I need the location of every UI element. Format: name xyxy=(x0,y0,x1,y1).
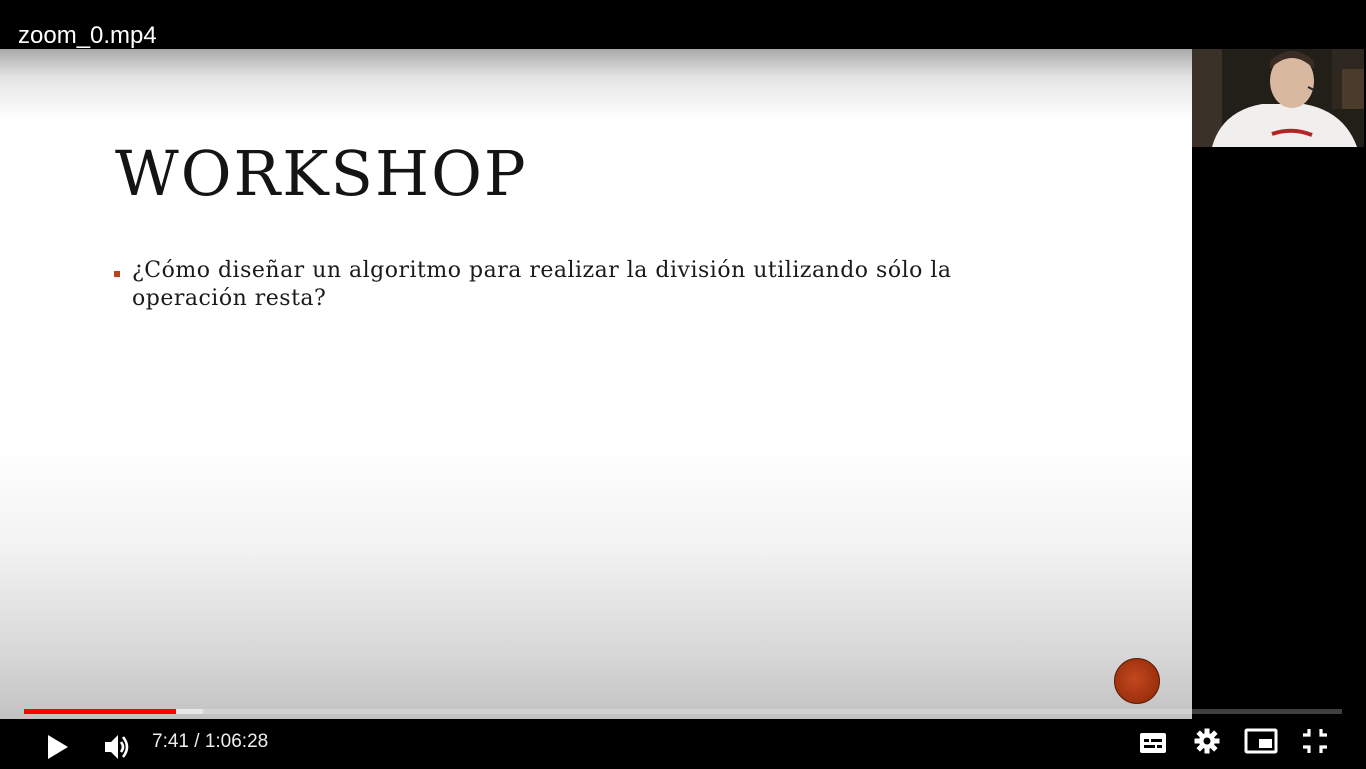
volume-icon xyxy=(105,735,129,759)
miniplayer-button[interactable] xyxy=(1239,719,1283,763)
bullet-marker xyxy=(114,271,120,277)
slide-title: WORKSHOP xyxy=(115,137,528,210)
current-time: 7:41 xyxy=(152,731,189,752)
play-icon xyxy=(48,735,68,759)
progress-played xyxy=(24,709,177,714)
slide-bullet-text: ¿Cómo diseñar un algoritmo para realizar… xyxy=(132,258,952,311)
subtitles-icon xyxy=(1140,733,1166,753)
webcam-thumbnail xyxy=(1192,49,1364,147)
play-button[interactable] xyxy=(36,725,80,769)
time-separator: / xyxy=(188,731,205,752)
exit-fullscreen-icon xyxy=(1303,729,1327,753)
progress-bar[interactable] xyxy=(24,709,1342,714)
webcam-person-image xyxy=(1192,49,1364,147)
player-controls: 7:41 / 1:06:28 xyxy=(0,719,1366,768)
mute-button[interactable] xyxy=(96,725,140,769)
video-file-title: zoom_0.mp4 xyxy=(18,22,157,49)
slide-decorative-circle xyxy=(1114,658,1160,704)
time-display: 7:41 / 1:06:28 xyxy=(152,730,268,754)
exit-fullscreen-button[interactable] xyxy=(1293,719,1337,763)
subtitles-button[interactable] xyxy=(1131,721,1175,765)
settings-icon xyxy=(1194,728,1220,754)
presentation-slide: WORKSHOP ¿Cómo diseñar un algoritmo para… xyxy=(0,49,1192,719)
duration: 1:06:28 xyxy=(204,731,269,752)
miniplayer-icon xyxy=(1244,728,1278,754)
settings-button[interactable] xyxy=(1185,719,1229,763)
